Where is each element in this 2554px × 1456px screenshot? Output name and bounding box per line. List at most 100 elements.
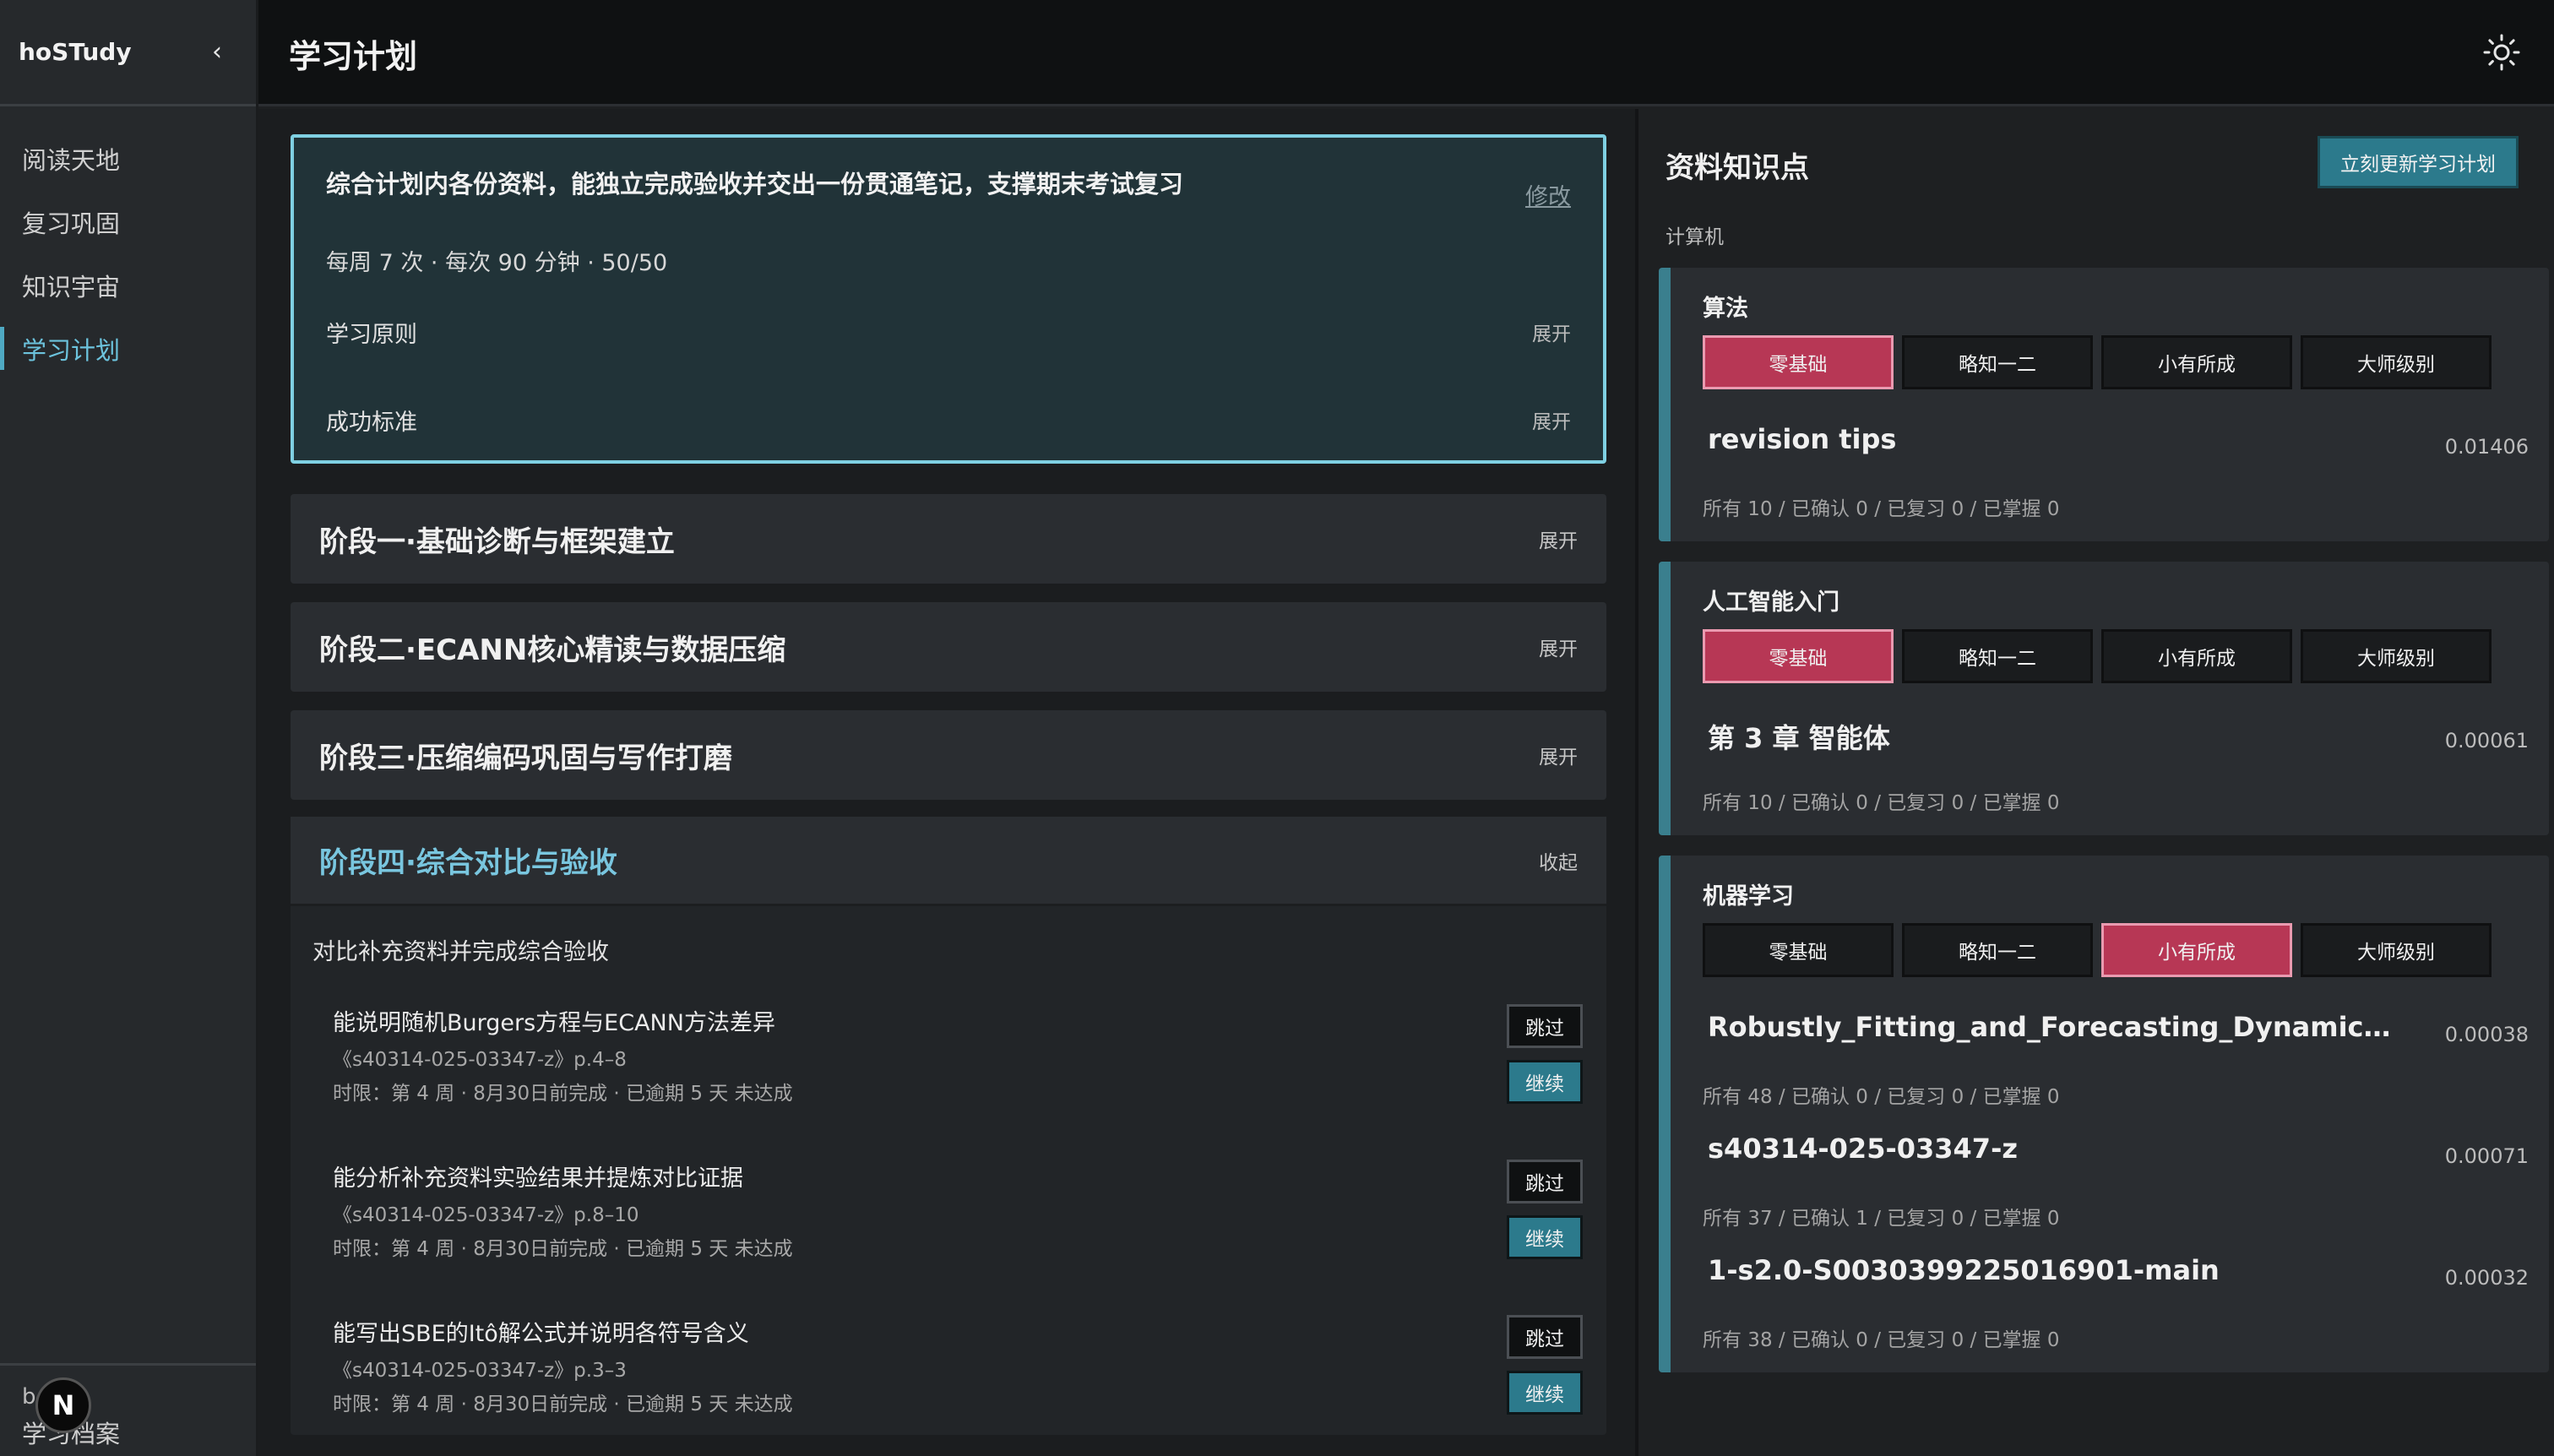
task-source: 《s40314-025-03347-z》p.4–8 xyxy=(333,1049,627,1071)
subject-card: 人工智能入门 零基础 略知一二 小有所成 大师级别 第 3 章 智能体 0.00… xyxy=(1659,562,2549,835)
sidebar-footer: b 学习档案 N xyxy=(0,1363,256,1456)
stage-2[interactable]: 阶段二·ECANN核心精读与数据压缩 展开 xyxy=(291,602,1606,692)
stage-collapse-button[interactable]: 收起 xyxy=(1539,846,1578,875)
goal-card: 综合计划内各份资料，能独立完成验收并交出一份贯通笔记，支撑期末考试复习 修改 每… xyxy=(291,134,1606,464)
sidebar-item-study-plan[interactable]: 学习计划 xyxy=(0,317,256,380)
principles-row: 学习原则 展开 xyxy=(326,315,1571,349)
resource-name: 第 3 章 智能体 xyxy=(1708,722,1890,754)
task-source: 《s40314-025-03347-z》p.3–3 xyxy=(333,1360,627,1382)
skip-button[interactable]: 跳过 xyxy=(1507,1004,1583,1048)
level-button-beginner[interactable]: 零基础 xyxy=(1703,629,1894,683)
resource-name: Robustly_Fitting_and_Forecasting_Dynamic… xyxy=(1708,1011,2400,1043)
subject-name: 人工智能入门 xyxy=(1703,589,1839,616)
sidebar-item-review[interactable]: 复习巩固 xyxy=(0,190,256,253)
edit-goal-link[interactable]: 修改 xyxy=(1525,178,1571,211)
resource-stats: 所有 10 / 已确认 0 / 已复习 0 / 已掌握 0 xyxy=(1703,792,2060,814)
goal-meta: 每周 7 次 · 每次 90 分钟 · 50/50 xyxy=(326,250,668,276)
criteria-row: 成功标准 展开 xyxy=(326,403,1571,437)
task-meta: 时限：第 4 周 · 8月30日前完成 · 已逾期 5 天 未达成 xyxy=(333,1238,793,1260)
resource-name: revision tips xyxy=(1708,423,1897,455)
task-title: 能分析补充资料实验结果并提炼对比证据 xyxy=(333,1165,743,1192)
level-button-proficient[interactable]: 小有所成 xyxy=(2101,923,2292,977)
criteria-expand-button[interactable]: 展开 xyxy=(1532,405,1571,434)
resource-item[interactable]: s40314-025-03347-z 0.00071 所有 37 / 已确认 1… xyxy=(1703,1133,2529,1234)
level-button-familiar[interactable]: 略知一二 xyxy=(1902,923,2093,977)
level-button-familiar[interactable]: 略知一二 xyxy=(1902,629,2093,683)
subject-card: 算法 零基础 略知一二 小有所成 大师级别 revision tips 0.01… xyxy=(1659,268,2549,541)
task-title: 能写出SBE的Itô解公式并说明各符号含义 xyxy=(333,1321,749,1347)
resource-name: 1-s2.0-S0030399225016901-main xyxy=(1708,1254,2220,1286)
stage-3[interactable]: 阶段三·压缩编码巩固与写作打磨 展开 xyxy=(291,710,1606,800)
principles-expand-button[interactable]: 展开 xyxy=(1532,318,1571,346)
resource-item[interactable]: 1-s2.0-S0030399225016901-main 0.00032 所有… xyxy=(1703,1254,2529,1355)
skip-button[interactable]: 跳过 xyxy=(1507,1315,1583,1359)
subject-name: 算法 xyxy=(1703,296,1748,322)
stage-title: 阶段四·综合对比与验收 xyxy=(319,846,617,880)
footer-small-text: b xyxy=(22,1384,36,1410)
stage-4: 阶段四·综合对比与验收 收起 对比补充资料并完成综合验收 能说明随机Burger… xyxy=(291,817,1606,1435)
resource-item[interactable]: revision tips 0.01406 所有 10 / 已确认 0 / 已复… xyxy=(1703,423,2529,524)
resource-stats: 所有 38 / 已确认 0 / 已复习 0 / 已掌握 0 xyxy=(1703,1329,2060,1351)
resource-stats: 所有 37 / 已确认 1 / 已复习 0 / 已掌握 0 xyxy=(1703,1208,2060,1230)
stage-title: 阶段三·压缩编码巩固与写作打磨 xyxy=(319,741,732,775)
knowledge-title: 资料知识点 xyxy=(1666,151,1809,185)
knowledge-panel: 资料知识点 立刻更新学习计划 计算机 算法 零基础 略知一二 小有所成 大师级别… xyxy=(1638,109,2554,1456)
resource-item[interactable]: Robustly_Fitting_and_Forecasting_Dynamic… xyxy=(1703,1011,2529,1112)
level-button-familiar[interactable]: 略知一二 xyxy=(1902,335,2093,389)
sidebar: hoSTudy ‹ 阅读天地 复习巩固 知识宇宙 学习计划 b 学习档案 N xyxy=(0,0,258,1456)
resource-stats: 所有 48 / 已确认 0 / 已复习 0 / 已掌握 0 xyxy=(1703,1086,2060,1108)
task-meta: 时限：第 4 周 · 8月30日前完成 · 已逾期 5 天 未达成 xyxy=(333,1083,793,1105)
resource-name: s40314-025-03347-z xyxy=(1708,1133,2018,1165)
resource-score: 0.00038 xyxy=(2444,1023,2529,1046)
task-title: 能说明随机Burgers方程与ECANN方法差异 xyxy=(333,1010,775,1036)
level-selector: 零基础 略知一二 小有所成 大师级别 xyxy=(1703,629,2492,683)
level-selector: 零基础 略知一二 小有所成 大师级别 xyxy=(1703,335,2492,389)
criteria-label: 成功标准 xyxy=(326,409,417,436)
level-button-beginner[interactable]: 零基础 xyxy=(1703,335,1894,389)
subject-name: 机器学习 xyxy=(1703,883,1794,910)
sidebar-item-reading[interactable]: 阅读天地 xyxy=(0,127,256,190)
level-button-proficient[interactable]: 小有所成 xyxy=(2101,629,2292,683)
principles-label: 学习原则 xyxy=(326,321,417,348)
plan-panel: 综合计划内各份资料，能独立完成验收并交出一份贯通笔记，支撑期末考试复习 修改 每… xyxy=(258,109,1635,1456)
resource-stats: 所有 10 / 已确认 0 / 已复习 0 / 已掌握 0 xyxy=(1703,498,2060,520)
stage-title: 阶段二·ECANN核心精读与数据压缩 xyxy=(319,633,786,667)
task-meta: 时限：第 4 周 · 8月30日前完成 · 已逾期 5 天 未达成 xyxy=(333,1394,793,1415)
resource-item[interactable]: 第 3 章 智能体 0.00061 所有 10 / 已确认 0 / 已复习 0 … xyxy=(1703,717,2529,818)
goal-text: 综合计划内各份资料，能独立完成验收并交出一份贯通笔记，支撑期末考试复习 xyxy=(326,170,1184,198)
task-item: 能写出SBE的Itô解公式并说明各符号含义 《s40314-025-03347-… xyxy=(333,1315,1583,1442)
brand-bar: hoSTudy ‹ xyxy=(0,0,256,106)
page-title: 学习计划 xyxy=(289,38,418,75)
resource-score: 0.00032 xyxy=(2444,1266,2529,1290)
continue-button[interactable]: 继续 xyxy=(1507,1060,1583,1104)
level-button-master[interactable]: 大师级别 xyxy=(2301,335,2492,389)
continue-button[interactable]: 继续 xyxy=(1507,1215,1583,1259)
app-name: hoSTudy xyxy=(19,38,132,66)
level-button-beginner[interactable]: 零基础 xyxy=(1703,923,1894,977)
collapse-sidebar-icon[interactable]: ‹ xyxy=(212,37,222,67)
resource-score: 0.01406 xyxy=(2444,435,2529,459)
level-button-proficient[interactable]: 小有所成 xyxy=(2101,335,2292,389)
stage-expand-button[interactable]: 展开 xyxy=(1539,633,1578,661)
skip-button[interactable]: 跳过 xyxy=(1507,1160,1583,1203)
stage-1[interactable]: 阶段一·基础诊断与框架建立 展开 xyxy=(291,494,1606,584)
task-item: 能分析补充资料实验结果并提炼对比证据 《s40314-025-03347-z》p… xyxy=(333,1160,1583,1286)
stage-expand-button[interactable]: 展开 xyxy=(1539,524,1578,553)
level-button-master[interactable]: 大师级别 xyxy=(2301,923,2492,977)
stage-title: 阶段一·基础诊断与框架建立 xyxy=(319,524,675,559)
sidebar-item-knowledge-universe[interactable]: 知识宇宙 xyxy=(0,253,256,317)
task-item: 能说明随机Burgers方程与ECANN方法差异 《s40314-025-033… xyxy=(333,1004,1583,1131)
stage-expand-button[interactable]: 展开 xyxy=(1539,741,1578,769)
subject-card: 机器学习 零基础 略知一二 小有所成 大师级别 Robustly_Fitting… xyxy=(1659,856,2549,1372)
level-button-master[interactable]: 大师级别 xyxy=(2301,629,2492,683)
resource-score: 0.00071 xyxy=(2444,1144,2529,1168)
n-badge-icon[interactable]: N xyxy=(35,1377,91,1433)
stage-4-header[interactable]: 阶段四·综合对比与验收 收起 xyxy=(291,817,1606,906)
knowledge-category: 计算机 xyxy=(1666,226,1724,248)
update-plan-button[interactable]: 立刻更新学习计划 xyxy=(2318,136,2519,188)
resource-score: 0.00061 xyxy=(2444,729,2529,752)
stage-description: 对比补充资料并完成综合验收 xyxy=(312,939,609,965)
task-source: 《s40314-025-03347-z》p.8–10 xyxy=(333,1204,639,1226)
continue-button[interactable]: 继续 xyxy=(1507,1371,1583,1415)
sun-icon[interactable] xyxy=(2483,34,2520,71)
